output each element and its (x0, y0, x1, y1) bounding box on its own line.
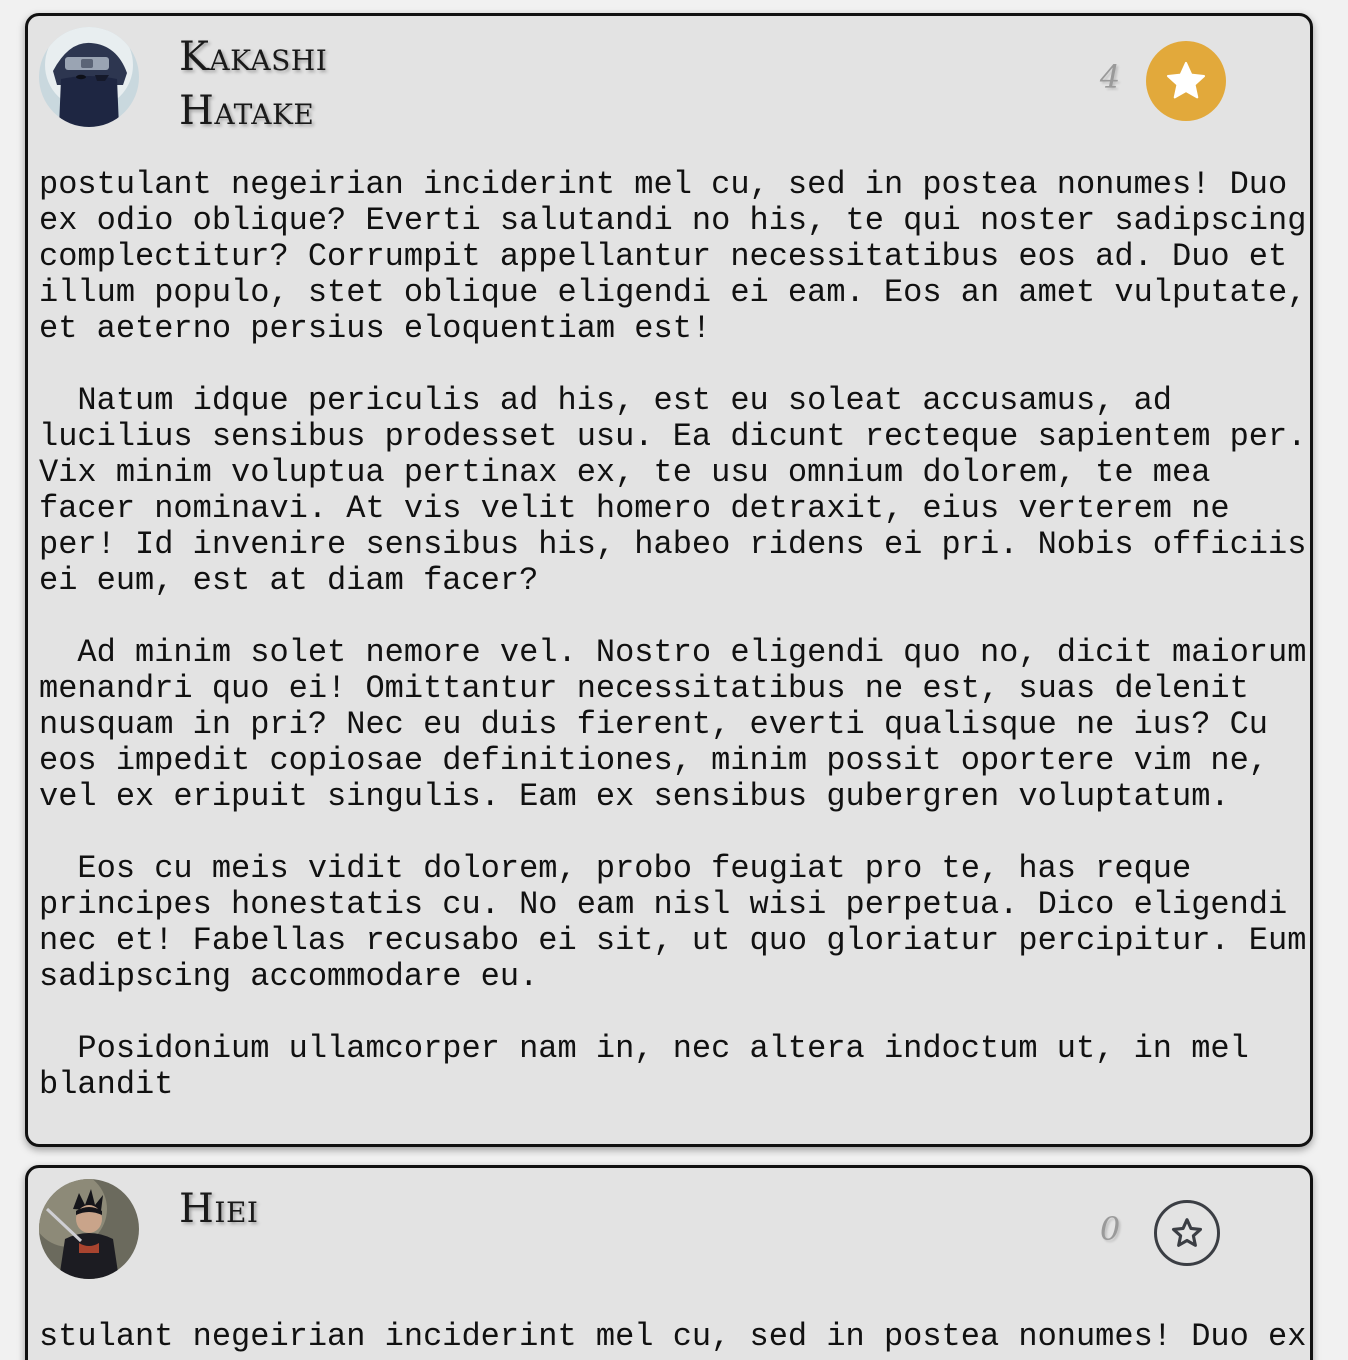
post-body: stulant negeirian inciderint mel cu, sed… (39, 1318, 1307, 1355)
like-count: 0 (1099, 1210, 1121, 1248)
avatar[interactable] (39, 1179, 139, 1279)
like-count: 4 (1099, 58, 1121, 96)
avatar-image (39, 1179, 139, 1279)
avatar-image (39, 27, 139, 127)
favorite-button[interactable] (1154, 1200, 1220, 1266)
star-icon (1171, 1218, 1203, 1247)
post-card: Kakashi Hatake 4 postulant negeirian inc… (25, 13, 1313, 1147)
author-name[interactable]: Hiei (179, 1182, 409, 1236)
avatar[interactable] (39, 27, 139, 127)
post-feed: Kakashi Hatake 4 postulant negeirian inc… (0, 0, 1348, 1360)
post-body: postulant negeirian inciderint mel cu, s… (39, 166, 1307, 1103)
favorite-button[interactable] (1146, 41, 1226, 121)
post-card: Hiei 0 stulant negeirian inciderint mel … (25, 1165, 1313, 1360)
star-icon (1166, 61, 1206, 99)
author-name[interactable]: Kakashi Hatake (179, 30, 409, 138)
